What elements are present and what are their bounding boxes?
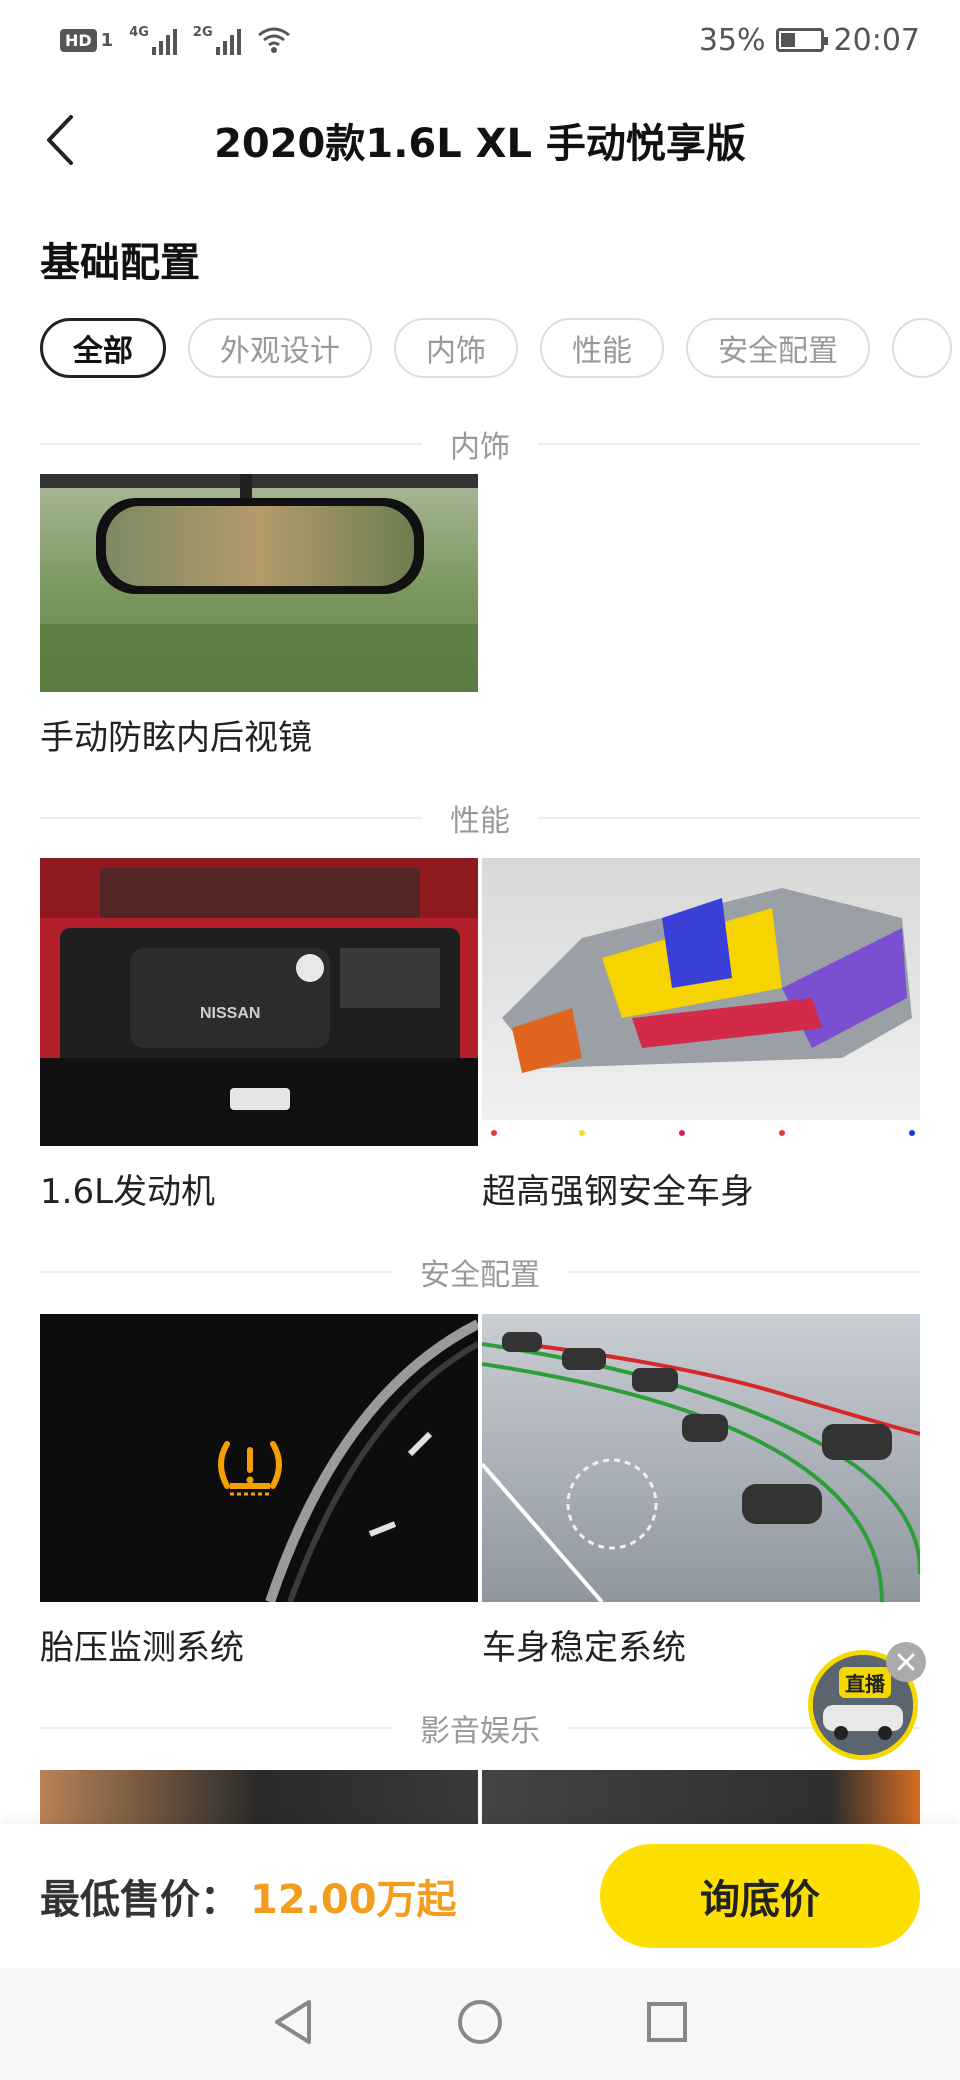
section-heading: 基础配置 [40,240,200,286]
feature-card-engine[interactable]: NISSAN 1.6L发动机 [40,858,478,1213]
wifi-icon [257,27,290,53]
group-divider-performance: 性能 [40,798,920,839]
clock: 20:07 [833,22,920,58]
tab-safety[interactable]: 安全配置 [686,318,870,378]
feature-caption: 手动防眩内后视镜 [40,718,312,758]
feature-caption: 超高强钢安全车身 [482,1172,754,1212]
circle-home-icon [457,2000,502,2044]
system-nav-bar [0,1968,960,2080]
status-bar: HD 1 4G 2G 35% 20:07 [0,0,960,80]
header: 2020款1.6L XL 手动悦享版 [0,90,960,190]
tab-all[interactable]: 全部 [40,318,166,378]
inquire-price-button[interactable]: 询底价 [600,1844,920,1948]
nav-recents-button[interactable] [645,2000,689,2048]
tpms-photo [40,1314,478,1602]
bottom-price-bar: 最低售价： 12.00万起 询底价 [0,1824,960,1968]
nav-back-button[interactable] [271,1998,315,2050]
media-photo-2[interactable] [482,1770,920,1824]
triangle-back-icon [274,2000,311,2044]
status-right: 35% 20:07 [699,23,920,58]
feature-caption: 胎压监测系统 [40,1628,244,1668]
feature-card-mirror[interactable]: 手动防眩内后视镜 [40,474,478,759]
page-title: 2020款1.6L XL 手动悦享版 [214,121,746,167]
feature-card-body[interactable]: 超高强钢安全车身 [482,858,920,1213]
tab-more[interactable] [892,318,952,378]
tab-exterior[interactable]: 外观设计 [188,318,372,378]
group-divider-interior: 内饰 [40,424,920,465]
battery-icon [775,28,828,52]
filter-tabs: 全部 外观设计 内饰 性能 安全配置 [40,318,960,382]
status-left: HD 1 4G 2G [60,25,291,55]
group-label: 影音娱乐 [420,1714,540,1749]
chevron-left-icon [47,115,73,165]
feature-card-tpms[interactable]: 胎压监测系统 [40,1314,478,1669]
mirror-photo [40,474,478,692]
price-label: 最低售价： [40,1877,240,1923]
group-label: 安全配置 [420,1258,540,1293]
engine-photo: NISSAN [40,858,478,1146]
body-structure-photo [482,858,920,1146]
live-badge: 直播 [839,1667,891,1698]
nav-home-button[interactable] [456,1998,504,2050]
svg-text:NISSAN: NISSAN [200,1005,260,1022]
battery-percent: 35% [698,22,766,58]
hd-badge: HD [60,28,97,52]
feature-caption: 1.6L发动机 [40,1172,216,1212]
price-value: 12.00万起 [250,1877,457,1923]
close-icon [897,1653,915,1671]
esp-photo [482,1314,920,1602]
signal-2g-icon: 2G [193,25,241,55]
feature-card-esp[interactable]: 车身稳定系统 [482,1314,920,1669]
group-divider-safety: 安全配置 [40,1252,920,1293]
tab-performance[interactable]: 性能 [540,318,664,378]
back-button[interactable] [30,110,90,170]
square-recents-icon [647,2002,688,2042]
media-photo-1[interactable] [40,1770,478,1824]
group-label: 内饰 [450,430,510,465]
tab-interior[interactable]: 内饰 [394,318,518,378]
signal-4g-icon: 4G [129,25,177,55]
live-close-button[interactable] [886,1642,926,1682]
sim-indicator: 1 [100,29,114,51]
group-label: 性能 [450,804,510,839]
group-divider-media: 影音娱乐 [40,1708,920,1749]
